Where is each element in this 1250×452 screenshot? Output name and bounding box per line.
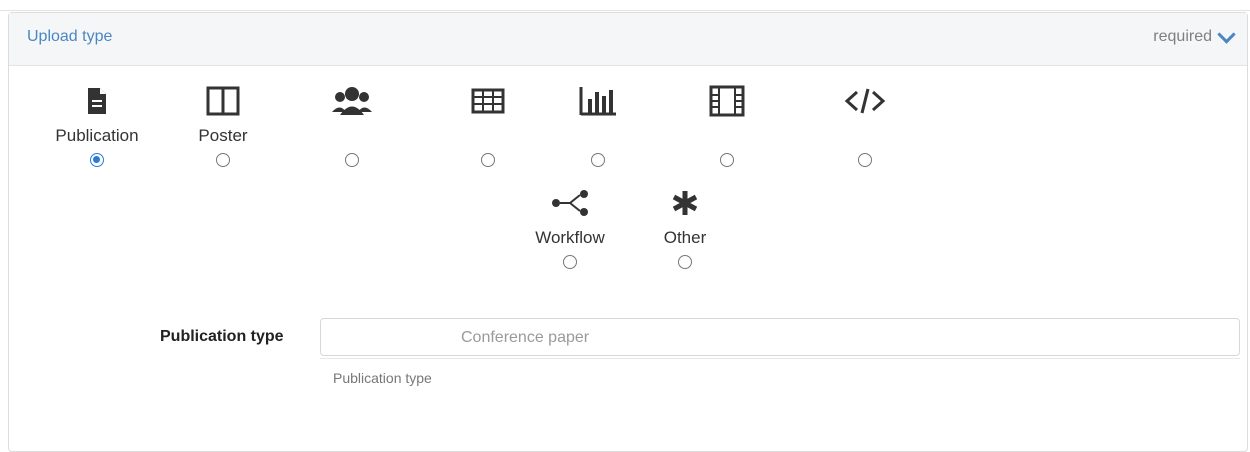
type-option-publication[interactable]: Publication (42, 84, 152, 167)
type-option-workflow[interactable]: Workflow (515, 186, 625, 269)
code-icon (810, 84, 920, 118)
radio-publication[interactable] (90, 153, 104, 167)
type-option-poster[interactable]: Poster (168, 84, 278, 167)
radio-people[interactable] (345, 153, 359, 167)
radio-poster[interactable] (216, 153, 230, 167)
table-icon (433, 84, 543, 118)
upload-type-title[interactable]: Upload type (27, 28, 112, 46)
type-label (543, 126, 653, 146)
top-strip (0, 0, 1250, 11)
bar-chart-icon (543, 84, 653, 118)
type-label: Workflow (535, 228, 605, 247)
film-icon (672, 84, 782, 118)
publication-type-label: Publication type (160, 328, 284, 345)
document-icon (42, 84, 152, 118)
type-label: Poster (198, 126, 248, 145)
radio-table[interactable] (481, 153, 495, 167)
selected-value: Conference paper (461, 329, 590, 346)
type-option-video[interactable] (672, 84, 782, 167)
radio-chart[interactable] (591, 153, 605, 167)
type-option-chart[interactable] (543, 84, 653, 167)
type-label (433, 126, 543, 146)
radio-other[interactable] (678, 255, 692, 269)
type-option-people[interactable] (297, 84, 407, 167)
publication-type-help: Publication type (333, 370, 432, 386)
type-label: Other (663, 228, 707, 247)
workflow-icon (515, 186, 625, 220)
publication-type-select[interactable]: Conference paper (320, 318, 1240, 356)
required-toggle[interactable]: required (1153, 24, 1236, 46)
required-label: required (1153, 28, 1212, 45)
asterisk-icon (630, 186, 740, 220)
type-label (672, 126, 782, 146)
radio-video[interactable] (720, 153, 734, 167)
chevron-down-icon (1217, 24, 1236, 44)
people-icon (297, 84, 407, 118)
radio-code[interactable] (858, 153, 872, 167)
type-option-code[interactable] (810, 84, 920, 167)
type-option-table[interactable] (433, 84, 543, 167)
upload-type-panel: Upload type required (8, 12, 1248, 452)
type-option-other[interactable]: Other (630, 186, 740, 269)
radio-workflow[interactable] (563, 255, 577, 269)
type-label: Publication (55, 126, 139, 145)
type-label (297, 126, 407, 146)
panel-header: Upload type required (9, 13, 1247, 66)
type-label (810, 126, 920, 146)
poster-icon (168, 84, 278, 118)
divider (320, 358, 1240, 359)
